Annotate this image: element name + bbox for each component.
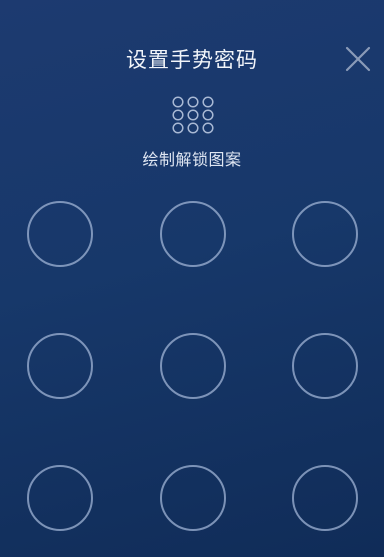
- pattern-node-6[interactable]: [292, 333, 358, 399]
- pattern-node-4[interactable]: [27, 333, 93, 399]
- pattern-node-5[interactable]: [160, 333, 226, 399]
- pattern-grid: [0, 0, 384, 557]
- pattern-node-8[interactable]: [160, 465, 226, 531]
- pattern-node-3[interactable]: [292, 201, 358, 267]
- pattern-node-9[interactable]: [292, 465, 358, 531]
- pattern-node-1[interactable]: [27, 201, 93, 267]
- pattern-node-7[interactable]: [27, 465, 93, 531]
- pattern-node-2[interactable]: [160, 201, 226, 267]
